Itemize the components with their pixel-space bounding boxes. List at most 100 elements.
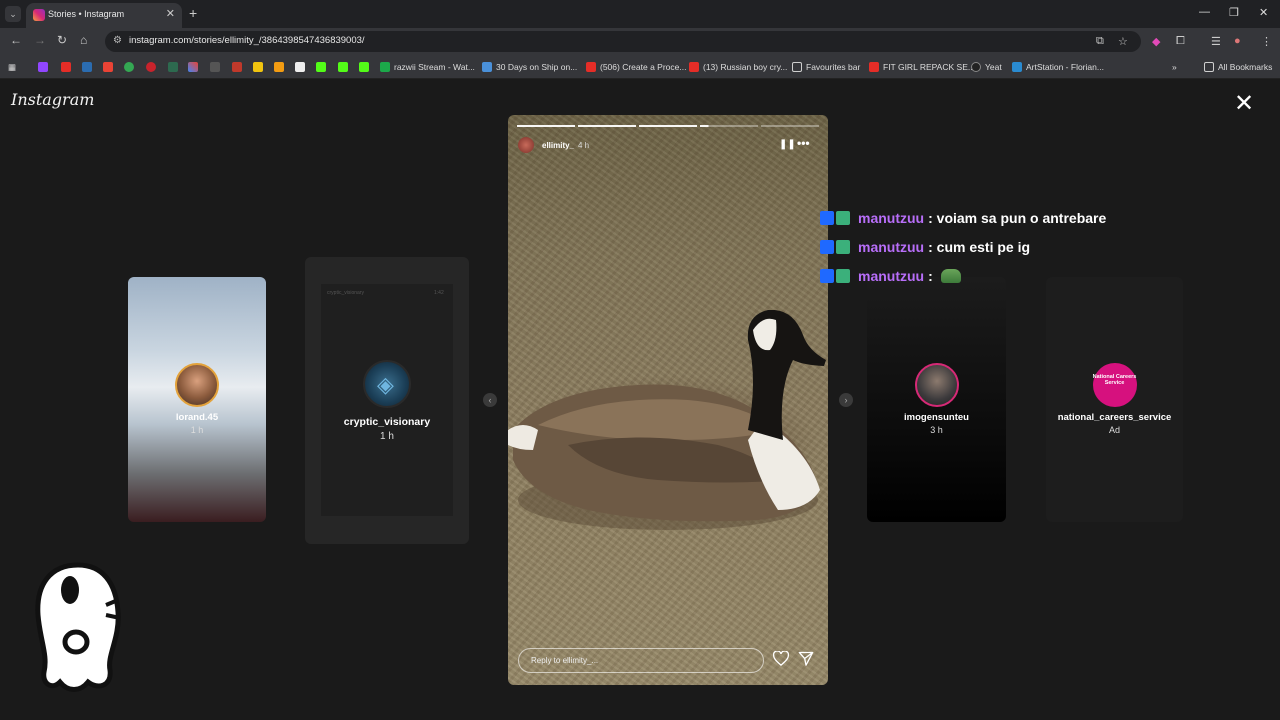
navigation-bar: ← → ↻ ⌂ ⚙ instagram.com/stories/ellimity… bbox=[0, 28, 1280, 54]
send-icon[interactable] bbox=[798, 651, 814, 666]
chat-message: manutzuu : bbox=[820, 265, 961, 287]
bookmark-site-icon[interactable] bbox=[232, 60, 242, 74]
bookmark-gmail-icon[interactable] bbox=[103, 60, 113, 74]
story-author-username[interactable]: ellimity_ bbox=[542, 141, 574, 150]
previous-story-icon[interactable]: ‹ bbox=[483, 393, 497, 407]
bookmark-kick-icon[interactable] bbox=[359, 60, 369, 74]
bookmark-maps-icon[interactable] bbox=[124, 60, 134, 74]
pause-icon[interactable]: ❚❚ bbox=[779, 139, 796, 150]
tab-title: Stories • Instagram bbox=[48, 9, 125, 19]
chat-username: manutzuu bbox=[858, 268, 925, 284]
subscriber-badge-icon bbox=[836, 269, 850, 283]
subscriber-badge-icon bbox=[836, 240, 850, 254]
chat-username: manutzuu bbox=[858, 210, 925, 226]
bookmark-star-icon[interactable]: ☆ bbox=[1118, 35, 1128, 48]
avatar bbox=[175, 363, 219, 407]
home-icon[interactable]: ⌂ bbox=[80, 33, 87, 47]
bookmark-kick-icon[interactable] bbox=[316, 60, 326, 74]
active-story[interactable]: ellimity_ 4 h ❚❚ ••• Reply to ellimity_.… bbox=[508, 115, 828, 685]
active-tab[interactable]: Stories • Instagram ✕ bbox=[26, 3, 182, 28]
bookmark-site-icon[interactable] bbox=[253, 60, 263, 74]
forward-icon[interactable]: → bbox=[34, 33, 46, 47]
story-progress-segment-current bbox=[700, 125, 758, 127]
apps-grid-icon[interactable]: ▦ bbox=[8, 60, 16, 74]
bookmark-item[interactable]: 30 Days on Ship on... bbox=[482, 60, 577, 74]
bookmark-folder[interactable]: Favourites bar bbox=[792, 60, 860, 74]
bookmark-site-icon[interactable] bbox=[295, 60, 305, 74]
bookmark-item[interactable]: (13) Russian boy cry... bbox=[689, 60, 787, 74]
window-close-icon[interactable]: ✕ bbox=[1259, 6, 1268, 19]
minimize-icon[interactable]: — bbox=[1199, 6, 1210, 18]
back-icon[interactable]: ← bbox=[10, 33, 22, 47]
avatar bbox=[914, 363, 959, 407]
extension-icon[interactable]: ◆ bbox=[1152, 35, 1160, 48]
goose-image bbox=[508, 310, 826, 530]
preview-username: lorand.45 bbox=[175, 412, 219, 423]
story-preview[interactable]: lorand.45 1 h bbox=[128, 277, 266, 522]
profile-avatar-icon[interactable]: ● bbox=[1234, 35, 1241, 47]
extensions-puzzle-icon[interactable]: ⧠ bbox=[1176, 35, 1185, 48]
heart-icon[interactable] bbox=[773, 651, 789, 666]
story-progress-segment bbox=[578, 125, 636, 127]
bookmark-site-icon[interactable] bbox=[188, 60, 198, 74]
avatar: ◈ bbox=[363, 360, 411, 408]
story-author-avatar[interactable] bbox=[518, 137, 534, 153]
chat-username: manutzuu bbox=[858, 239, 925, 255]
bookmark-twitch-icon[interactable] bbox=[38, 60, 48, 74]
preview-inner-username: cryptic_visionary bbox=[327, 290, 364, 296]
reply-placeholder: Reply to ellimity_... bbox=[531, 656, 599, 665]
bookmark-item[interactable]: FIT GIRL REPACK SE... bbox=[869, 60, 975, 74]
close-stories-icon[interactable]: ✕ bbox=[1234, 92, 1254, 116]
eye-emblem-icon: ◈ bbox=[377, 372, 394, 397]
chrome-menu-icon[interactable]: ⋮ bbox=[1261, 35, 1272, 48]
media-controls-icon[interactable]: ☰ bbox=[1211, 35, 1221, 48]
story-preview[interactable]: cryptic_visionary 1:42 ◈ cryptic_visiona… bbox=[305, 257, 469, 544]
tab-search-button[interactable]: ⌄ bbox=[5, 6, 21, 22]
stories-viewer: Instagram ✕ lorand.45 1 h cryptic_vision… bbox=[0, 80, 1280, 720]
install-app-icon[interactable]: ⧉ bbox=[1096, 35, 1104, 48]
story-timestamp: 4 h bbox=[578, 141, 590, 150]
reload-icon[interactable]: ↻ bbox=[57, 33, 67, 47]
bookmarks-overflow-icon[interactable]: » bbox=[1172, 60, 1177, 74]
chat-message: manutzuu : voiam sa pun o antrebare bbox=[820, 207, 1106, 229]
pepe-emote-icon bbox=[940, 269, 961, 283]
chat-text: : bbox=[928, 268, 933, 284]
more-options-icon[interactable]: ••• bbox=[797, 136, 810, 150]
chat-text: : voiam sa pun o antrebare bbox=[928, 210, 1107, 226]
bookmark-site-icon[interactable] bbox=[82, 60, 92, 74]
reply-input[interactable]: Reply to ellimity_... bbox=[518, 648, 764, 673]
preview-time: 1 h bbox=[380, 431, 394, 442]
bookmark-item[interactable]: (506) Create a Proce... bbox=[586, 60, 686, 74]
site-info-icon[interactable]: ⚙ bbox=[113, 35, 122, 46]
tab-strip: ⌄ Stories • Instagram ✕ + — ❐ ✕ bbox=[0, 0, 1280, 28]
story-preview[interactable]: imogensunteu 3 h bbox=[867, 277, 1006, 522]
close-tab-icon[interactable]: ✕ bbox=[166, 7, 175, 20]
bookmark-kick-icon[interactable] bbox=[338, 60, 348, 74]
subscriber-badge-icon bbox=[836, 211, 850, 225]
bookmark-site-icon[interactable] bbox=[210, 60, 220, 74]
all-bookmarks-folder[interactable]: All Bookmarks bbox=[1204, 60, 1272, 74]
preview-username: national_careers_service bbox=[1057, 412, 1172, 423]
bookmark-pinterest-icon[interactable] bbox=[146, 60, 156, 74]
story-progress-segment bbox=[517, 125, 575, 127]
bookmark-site-icon[interactable] bbox=[168, 60, 178, 74]
bookmark-youtube-icon[interactable] bbox=[61, 60, 71, 74]
story-preview-ad[interactable]: National Careers Service national_career… bbox=[1046, 277, 1183, 522]
instagram-favicon-icon bbox=[33, 9, 45, 21]
bookmark-item[interactable]: Yeat bbox=[971, 60, 1002, 74]
new-tab-button[interactable]: + bbox=[189, 5, 197, 21]
bookmark-item[interactable]: razwii Stream - Wat... bbox=[380, 60, 475, 74]
ad-label: Ad bbox=[1108, 425, 1120, 435]
story-progress-segment bbox=[761, 125, 819, 127]
prime-badge-icon bbox=[820, 269, 834, 283]
address-bar[interactable]: ⚙ instagram.com/stories/ellimity_/386439… bbox=[105, 31, 1141, 52]
chat-text: : cum esti pe ig bbox=[928, 239, 1031, 255]
bookmark-item[interactable]: ArtStation - Florian... bbox=[1012, 60, 1104, 74]
next-story-icon[interactable]: › bbox=[839, 393, 853, 407]
restore-icon[interactable]: ❐ bbox=[1229, 6, 1239, 19]
instagram-logo[interactable]: Instagram bbox=[11, 90, 94, 109]
bookmark-site-icon[interactable] bbox=[274, 60, 284, 74]
url-text[interactable]: instagram.com/stories/ellimity_/38643985… bbox=[129, 35, 365, 46]
preview-username: cryptic_visionary bbox=[343, 416, 431, 428]
mascot-ghost-icon bbox=[35, 562, 121, 692]
